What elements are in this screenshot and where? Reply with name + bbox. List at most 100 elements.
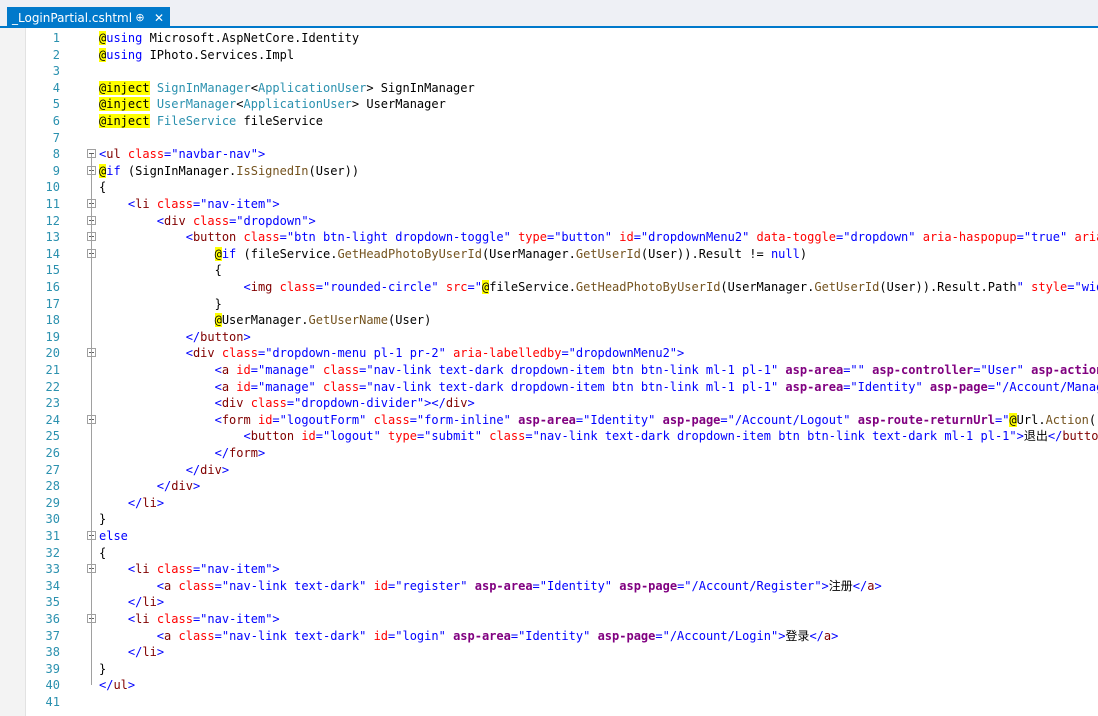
code-text: </div>: [185, 462, 230, 477]
code-line[interactable]: 15 {: [0, 262, 1098, 279]
line-number: 11: [45, 197, 60, 211]
code-line[interactable]: 8 <ul class="navbar-nav">: [0, 146, 1098, 163]
code-line[interactable]: 11 <li class="nav-item">: [0, 196, 1098, 213]
code-text: @inject UserManager<ApplicationUser> Use…: [99, 97, 446, 112]
code-text: </div>: [156, 479, 201, 494]
code-line[interactable]: 24 <form id="logoutForm" class="form-inl…: [0, 412, 1098, 429]
code-line[interactable]: 5 @inject UserManager<ApplicationUser> Us…: [0, 96, 1098, 113]
code-text: <li class="nav-item">: [127, 197, 280, 211]
code-text: </form>: [214, 446, 266, 460]
code-line[interactable]: 31 else: [0, 528, 1098, 545]
code-line[interactable]: 30}: [0, 511, 1098, 528]
code-text: <button id="logout" type="submit" class=…: [243, 429, 1098, 444]
code-line[interactable]: 38 </li>: [0, 644, 1098, 661]
line-number: 31: [45, 529, 60, 543]
code-line[interactable]: 29 </li>: [0, 495, 1098, 512]
code-text: {: [99, 545, 107, 560]
code-line[interactable]: 4 @inject SignInManager<ApplicationUser> …: [0, 80, 1098, 97]
code-text: <a class="nav-link text-dark" id="regist…: [156, 578, 882, 593]
line-number: 17: [45, 296, 60, 311]
line-number: 5: [52, 97, 60, 112]
close-icon[interactable]: ✕: [152, 11, 166, 25]
code-editor[interactable]: 1 @using Microsoft.AspNetCore.Identity 2 @u…: [0, 28, 1098, 716]
code-line[interactable]: 39}: [0, 661, 1098, 678]
line-number: 6: [52, 114, 60, 128]
line-number: 33: [45, 562, 60, 577]
code-line[interactable]: 7: [0, 130, 1098, 147]
line-number: 38: [45, 645, 60, 660]
code-line[interactable]: 26 </form>: [0, 445, 1098, 462]
pin-icon[interactable]: ⊕: [133, 11, 147, 24]
code-line[interactable]: 1 @using Microsoft.AspNetCore.Identity: [0, 30, 1098, 47]
line-number: 35: [45, 595, 60, 610]
code-line[interactable]: 18 @UserManager.GetUserName(User): [0, 312, 1098, 329]
code-line[interactable]: 6 @inject FileService fileService: [0, 113, 1098, 130]
code-text: <form id="logoutForm" class="form-inline…: [214, 412, 1098, 427]
code-line[interactable]: 20 <div class="dropdown-menu pl-1 pr-2" …: [0, 345, 1098, 362]
code-text: }: [99, 512, 107, 527]
document-tab-bar: _LoginPartial.cshtml ⊕ ✕: [0, 0, 1098, 28]
code-text: </li>: [127, 495, 165, 510]
line-number: 3: [52, 64, 60, 79]
line-number: 12: [45, 213, 60, 228]
line-number: 20: [45, 346, 60, 361]
code-text: else: [99, 529, 128, 543]
code-line[interactable]: 28 </div>: [0, 478, 1098, 495]
line-number: 30: [45, 512, 60, 527]
code-line[interactable]: 33 <li class="nav-item">: [0, 561, 1098, 578]
code-line[interactable]: 25 <button id="logout" type="submit" cla…: [0, 428, 1098, 445]
code-line[interactable]: 41: [0, 694, 1098, 711]
line-number: 23: [45, 396, 60, 411]
code-line[interactable]: 23 <div class="dropdown-divider"></div>: [0, 395, 1098, 412]
line-number: 26: [45, 446, 60, 460]
code-line[interactable]: 37 <a class="nav-link text-dark" id="log…: [0, 628, 1098, 645]
line-number: 19: [45, 329, 60, 344]
line-number: 8: [52, 147, 60, 162]
line-number: 36: [45, 612, 60, 626]
code-line[interactable]: 27 </div>: [0, 462, 1098, 479]
code-line[interactable]: 32 {: [0, 545, 1098, 562]
code-line[interactable]: 9 @if (SignInManager.IsSignedIn(User)): [0, 163, 1098, 180]
line-number: 2: [52, 47, 60, 62]
code-line[interactable]: 35 </li>: [0, 594, 1098, 611]
line-number: 18: [45, 313, 60, 328]
code-text: @UserManager.GetUserName(User): [214, 313, 432, 328]
code-line[interactable]: 16 <img class="rounded-circle" src="@fil…: [0, 279, 1098, 296]
code-text: <div class="dropdown-divider"></div>: [214, 396, 475, 411]
line-number: 39: [45, 661, 60, 676]
code-line[interactable]: 3: [0, 63, 1098, 80]
code-text: <div class="dropdown-menu pl-1 pr-2" ari…: [185, 346, 685, 361]
code-line[interactable]: 17 }: [0, 296, 1098, 313]
code-text: </button>: [185, 329, 251, 344]
code-line[interactable]: 40 </ul>: [0, 677, 1098, 694]
code-text: <a class="nav-link text-dark" id="login"…: [156, 628, 839, 643]
code-text: <button class="btn btn-light dropdown-to…: [185, 230, 1098, 245]
line-number: 21: [45, 363, 60, 377]
line-number: 10: [45, 180, 60, 195]
code-line[interactable]: 2 @using IPhoto.Services.Impl: [0, 47, 1098, 64]
code-text: }: [99, 661, 107, 676]
code-line[interactable]: 36 <li class="nav-item">: [0, 611, 1098, 628]
line-number: 13: [45, 230, 60, 245]
code-text: </ul>: [99, 678, 136, 693]
code-line[interactable]: 22 <a id="manage" class="nav-link text-d…: [0, 379, 1098, 396]
code-line[interactable]: 19 </button>: [0, 329, 1098, 346]
code-line[interactable]: 10 {: [0, 179, 1098, 196]
code-line[interactable]: 13 <button class="btn btn-light dropdown…: [0, 229, 1098, 246]
line-number: 22: [45, 379, 60, 394]
code-text: <a id="manage" class="nav-link text-dark…: [214, 379, 1098, 394]
code-text: </li>: [127, 645, 165, 660]
code-line[interactable]: 12 <div class="dropdown">: [0, 213, 1098, 230]
code-line[interactable]: 34 <a class="nav-link text-dark" id="reg…: [0, 578, 1098, 595]
line-number: 40: [45, 678, 60, 693]
code-text: {: [99, 180, 107, 195]
line-number: 15: [45, 263, 60, 278]
line-number: 16: [45, 280, 60, 294]
line-number: 29: [45, 495, 60, 510]
line-number: 24: [45, 412, 60, 427]
line-number: 7: [52, 130, 60, 145]
code-text: @using Microsoft.AspNetCore.Identity: [99, 31, 360, 45]
code-line[interactable]: 14 @if (fileService.GetHeadPhotoByUserId…: [0, 246, 1098, 263]
code-line[interactable]: 21 <a id="manage" class="nav-link text-d…: [0, 362, 1098, 379]
tab-login-partial[interactable]: _LoginPartial.cshtml ⊕ ✕: [7, 7, 170, 28]
